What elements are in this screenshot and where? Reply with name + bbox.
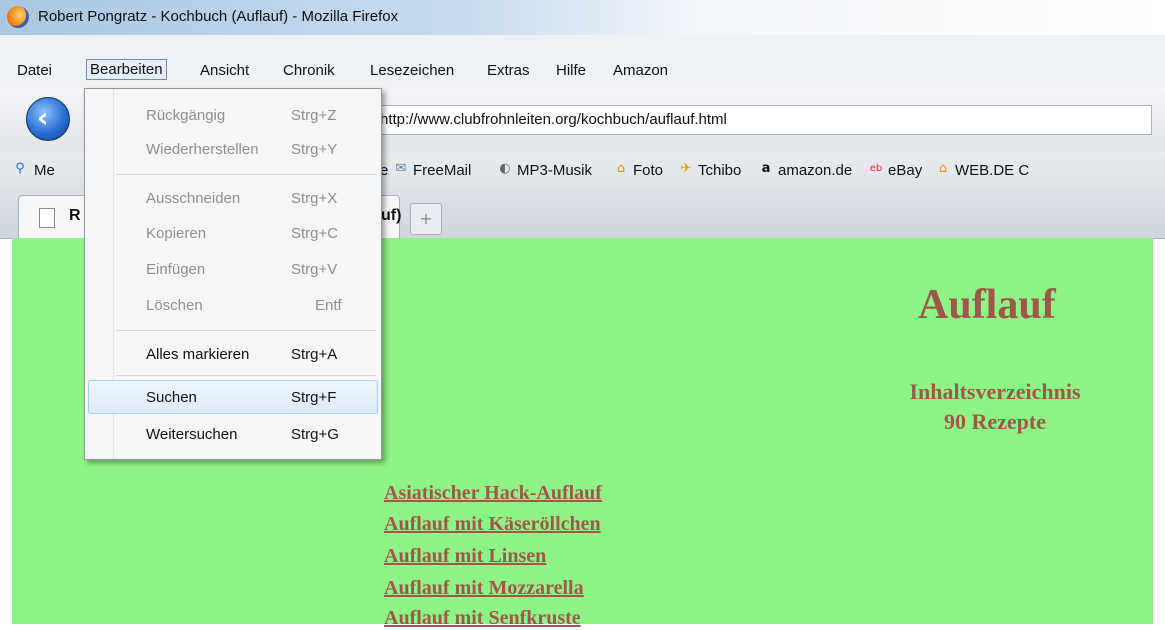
menu-item-shortcut: Entf bbox=[315, 297, 342, 314]
tab-title-end: uf) bbox=[381, 207, 402, 224]
edit-menu-dropdown: Rückgängig Strg+Z Wiederherstellen Strg+… bbox=[84, 88, 382, 460]
tchibo-icon: ✈ bbox=[680, 161, 692, 176]
bookmark-mp3-musik[interactable]: MP3-Musik bbox=[517, 162, 592, 179]
menu-item-ausschneiden[interactable]: Ausschneiden Strg+X bbox=[85, 182, 381, 216]
menu-lesezeichen[interactable]: Lesezeichen bbox=[370, 62, 454, 79]
menu-item-shortcut: Strg+Y bbox=[291, 141, 338, 158]
menu-amazon[interactable]: Amazon bbox=[613, 62, 668, 79]
menu-item-shortcut: Strg+C bbox=[291, 225, 339, 242]
menu-bearbeiten[interactable]: Bearbeiten bbox=[86, 59, 167, 80]
menu-item-label: Ausschneiden bbox=[146, 190, 241, 207]
menu-item-kopieren[interactable]: Kopieren Strg+C bbox=[85, 217, 381, 251]
menu-item-shortcut: Strg+G bbox=[291, 426, 339, 443]
menu-item-label: Kopieren bbox=[146, 225, 207, 242]
menu-item-rueckgaengig[interactable]: Rückgängig Strg+Z bbox=[85, 99, 381, 133]
tab-title-start: R bbox=[69, 207, 81, 224]
bookmark-partial[interactable]: Me bbox=[34, 162, 55, 179]
new-tab-button[interactable]: + bbox=[410, 203, 442, 235]
back-arrow-icon: ‹ bbox=[37, 101, 49, 134]
menu-separator bbox=[116, 174, 376, 175]
url-text: http://www.clubfrohnleiten.org/kochbuch/… bbox=[380, 111, 727, 128]
recipe-link[interactable]: Auflauf mit Linsen bbox=[384, 545, 546, 568]
menu-item-alles-markieren[interactable]: Alles markieren Strg+A bbox=[85, 338, 381, 372]
recipe-link[interactable]: Auflauf mit Senfkruste bbox=[384, 607, 581, 630]
webde-icon: ⌂ bbox=[938, 161, 948, 176]
firefox-icon bbox=[7, 6, 29, 28]
page-icon bbox=[39, 208, 55, 228]
recipe-link[interactable]: Auflauf mit Mozzarella bbox=[384, 577, 584, 600]
menu-item-einfuegen[interactable]: Einfügen Strg+V bbox=[85, 253, 381, 287]
menu-extras[interactable]: Extras bbox=[487, 62, 530, 79]
subheading-line-2: 90 Rezepte bbox=[943, 409, 1046, 434]
menu-item-label: Alles markieren bbox=[146, 346, 250, 363]
page-subheading: Inhaltsverzeichnis 90 Rezepte bbox=[870, 377, 1120, 437]
menu-item-label: Suchen bbox=[146, 389, 197, 406]
bookmark-amazon[interactable]: amazon.de bbox=[778, 162, 852, 179]
menu-item-weitersuchen[interactable]: Weitersuchen Strg+G bbox=[85, 418, 381, 452]
title-bar: Robert Pongratz - Kochbuch (Auflauf) - M… bbox=[0, 0, 1165, 35]
menu-separator bbox=[116, 375, 376, 376]
menu-separator bbox=[116, 330, 376, 331]
menu-item-shortcut: Strg+A bbox=[291, 346, 338, 363]
subheading-line-1: Inhaltsverzeichnis bbox=[909, 379, 1081, 404]
menu-chronik[interactable]: Chronik bbox=[283, 62, 335, 79]
back-button[interactable]: ‹ bbox=[26, 97, 70, 141]
amazon-icon: a bbox=[761, 161, 771, 176]
menu-item-shortcut: Strg+X bbox=[291, 190, 338, 207]
menu-hilfe[interactable]: Hilfe bbox=[556, 62, 586, 79]
mail-icon: ✉ bbox=[395, 161, 407, 176]
ebay-icon: eb bbox=[869, 163, 883, 174]
bookmark-freemail[interactable]: FreeMail bbox=[413, 162, 471, 179]
menu-item-shortcut: Strg+F bbox=[291, 389, 337, 406]
recipe-link[interactable]: Auflauf mit Käseröllchen bbox=[384, 513, 601, 536]
menu-item-shortcut: Strg+V bbox=[291, 261, 338, 278]
menu-ansicht[interactable]: Ansicht bbox=[200, 62, 249, 79]
address-bar[interactable]: http://www.clubfrohnleiten.org/kochbuch/… bbox=[290, 105, 1152, 135]
bookmark-tchibo[interactable]: Tchibo bbox=[698, 162, 741, 179]
window-title: Robert Pongratz - Kochbuch (Auflauf) - M… bbox=[38, 8, 399, 25]
search-bookmark-icon: ⚲ bbox=[15, 161, 25, 176]
menu-item-label: Wiederherstellen bbox=[146, 141, 259, 158]
menu-item-label: Rückgängig bbox=[146, 107, 226, 124]
bookmark-foto[interactable]: Foto bbox=[633, 162, 663, 179]
menu-item-wiederherstellen[interactable]: Wiederherstellen Strg+Y bbox=[85, 133, 381, 167]
music-icon: ◐ bbox=[499, 161, 511, 176]
bookmark-ebay[interactable]: eBay bbox=[888, 162, 922, 179]
menu-item-shortcut: Strg+Z bbox=[291, 107, 337, 124]
menu-item-loeschen[interactable]: Löschen Entf bbox=[85, 289, 381, 323]
menu-item-suchen[interactable]: Suchen Strg+F bbox=[85, 381, 381, 415]
menu-item-label: Weitersuchen bbox=[146, 426, 238, 443]
menu-item-label: Einfügen bbox=[146, 261, 206, 278]
menu-item-label: Löschen bbox=[146, 297, 203, 314]
foto-icon: ⌂ bbox=[616, 161, 626, 176]
page-heading: Auflauf bbox=[918, 282, 1056, 328]
bookmark-webde[interactable]: WEB.DE C bbox=[955, 162, 1029, 179]
menu-datei[interactable]: Datei bbox=[17, 62, 52, 79]
recipe-link[interactable]: Asiatischer Hack-Auflauf bbox=[384, 482, 602, 505]
